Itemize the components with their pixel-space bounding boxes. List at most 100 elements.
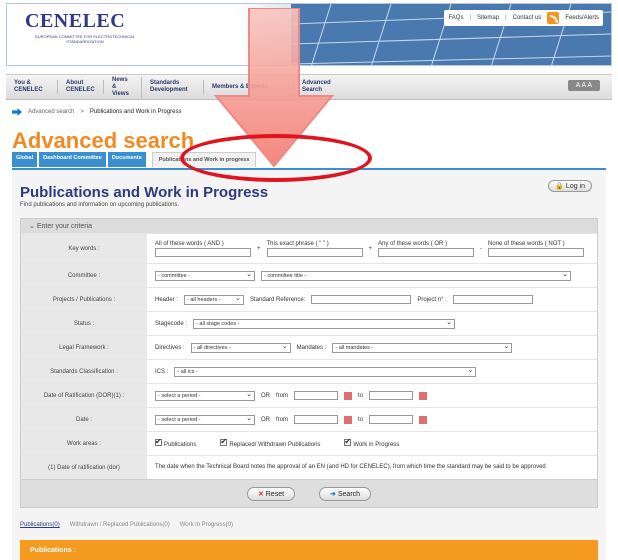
- status-row: Status : Stagecode : - all stage codes -: [21, 311, 597, 335]
- exact-phrase-input[interactable]: [266, 247, 363, 257]
- checkbox-checked-icon: [220, 437, 228, 446]
- plus-icon: +: [257, 245, 261, 252]
- projects-label: Projects / Publications :: [21, 288, 147, 311]
- logo-subtitle: EUROPEAN COMMITTEE FOR ELECTROTECHNICAL …: [35, 34, 135, 44]
- replaced-checkbox-label: Replaced/ Withdrawn Publications: [229, 442, 321, 448]
- minus-icon: -: [480, 245, 483, 252]
- dor-to-input[interactable]: [369, 391, 414, 400]
- keywords-row: Key words : All of these words ( AND ) +…: [21, 233, 597, 263]
- stagecode-select[interactable]: - all stage codes -: [193, 318, 456, 329]
- cenelec-logo[interactable]: CENELEC EUROPEAN COMMITTEE FOR ELECTROTE…: [25, 10, 145, 44]
- all-words-label: All of these words ( AND ): [155, 240, 224, 247]
- from-label: from: [276, 416, 288, 423]
- committee-fields: - committee - - committee title -: [147, 270, 597, 281]
- directives-label: Directives :: [155, 344, 185, 351]
- classification-label: Standards Classification :: [21, 360, 147, 383]
- committee-row: Committee : - committee - - committee ti…: [21, 263, 597, 287]
- date-fields: - select a period - OR from to: [147, 414, 597, 425]
- lock-icon: 🔒: [555, 183, 566, 190]
- nav-about[interactable]: About CENELEC: [58, 80, 104, 94]
- wip-checkbox-label: Work in Progress: [353, 442, 400, 448]
- all-words-input[interactable]: [155, 247, 251, 257]
- projects-fields: Header : - all headers - Standard Refere…: [147, 294, 597, 305]
- breadcrumb-root[interactable]: Advanced search: [28, 109, 74, 115]
- classification-fields: ICS : - all ics -: [147, 366, 597, 377]
- faqs-link[interactable]: FAQs: [448, 15, 463, 21]
- breadcrumb-separator: >: [80, 109, 84, 115]
- header-select[interactable]: - all headers -: [184, 294, 245, 305]
- replaced-withdrawn-checkbox[interactable]: Replaced/ Withdrawn Publications: [220, 437, 321, 448]
- contact-link[interactable]: Contact us: [513, 15, 542, 21]
- tab-dashboard-committee[interactable]: Dashboard Committee: [39, 152, 106, 167]
- text-size-control[interactable]: A A A: [567, 80, 600, 91]
- note-text: The date when the Technical Board notes …: [155, 464, 546, 470]
- feeds-link[interactable]: Feeds/Alerts: [565, 15, 599, 21]
- header-label: Header :: [155, 296, 179, 303]
- calendar-icon[interactable]: [344, 415, 352, 424]
- tab-withdrawn-replaced[interactable]: Withdrawn / Replaced Publications(0): [70, 522, 170, 528]
- keywords-label: Key words :: [21, 234, 147, 263]
- calendar-icon[interactable]: [344, 391, 352, 400]
- committee-select[interactable]: - committee -: [155, 270, 255, 281]
- work-in-progress-checkbox[interactable]: Work in Progress: [344, 437, 400, 448]
- ics-select[interactable]: - all ics -: [174, 366, 477, 377]
- committee-label: Committee :: [21, 264, 147, 287]
- criteria-header[interactable]: ⌄ Enter your criteria: [21, 219, 597, 233]
- checkbox-checked-icon: [155, 437, 162, 446]
- nav-standards[interactable]: Standards Development: [142, 80, 204, 94]
- none-words-label: None of these words ( NOT ): [488, 240, 565, 247]
- dor-row: Date of Ratification (DOR)(1) : - select…: [21, 383, 597, 407]
- calendar-icon[interactable]: [419, 391, 428, 400]
- mandates-select[interactable]: - all mandates -: [332, 342, 513, 353]
- dor-period-select[interactable]: - select a period -: [155, 390, 255, 401]
- work-areas-label: Work areas :: [21, 432, 147, 455]
- dor-label: Date of Ratification (DOR)(1) :: [21, 384, 147, 407]
- annotation-ellipse: [180, 134, 372, 182]
- nav-you-cenelec[interactable]: You & CENELEC: [6, 80, 58, 94]
- legal-fields: Directives : - all directives - Mandates…: [147, 342, 597, 353]
- to-label: to: [358, 416, 364, 423]
- any-words-input[interactable]: [378, 247, 475, 257]
- checkbox-checked-icon: [344, 437, 352, 446]
- date-to-input[interactable]: [369, 415, 414, 424]
- page-title: Advanced search: [12, 128, 195, 153]
- tab-publications[interactable]: Publications(0): [20, 522, 60, 528]
- committee-title-select[interactable]: - committee title -: [261, 270, 571, 281]
- form-actions: ✕ Reset ➔ Search: [21, 479, 597, 507]
- date-from-input[interactable]: [294, 415, 338, 424]
- sitemap-link[interactable]: Sitemap: [477, 15, 499, 21]
- login-button[interactable]: 🔒 Log in: [548, 180, 592, 192]
- criteria-header-label: Enter your criteria: [36, 223, 93, 230]
- standard-reference-input[interactable]: [311, 295, 412, 304]
- search-button[interactable]: ➔ Search: [319, 486, 372, 501]
- reset-button[interactable]: ✕ Reset: [246, 486, 296, 501]
- publications-checkbox[interactable]: Publications: [155, 437, 197, 448]
- top-links: FAQs | Sitemap | Contact us Feeds/Alerts: [444, 10, 603, 26]
- tab-documents[interactable]: Documents: [107, 152, 146, 167]
- tab-global[interactable]: Global: [12, 152, 38, 167]
- none-words-input[interactable]: [488, 247, 585, 257]
- nav-news[interactable]: News & Views: [104, 76, 142, 98]
- rss-icon[interactable]: [547, 12, 560, 24]
- calendar-icon[interactable]: [419, 415, 428, 424]
- result-tabs: Publications(0) Withdrawn / Replaced Pub…: [20, 522, 233, 528]
- mandates-label: Mandates :: [296, 344, 327, 351]
- directives-select[interactable]: - all directives -: [190, 342, 291, 353]
- note-label: (1) Date of ratification (dor): [21, 456, 147, 479]
- keywords-fields: All of these words ( AND ) + This exact …: [147, 241, 597, 257]
- status-label: Status :: [21, 312, 147, 335]
- tab-work-in-progress[interactable]: Work in Progress(0): [180, 522, 233, 528]
- project-number-input[interactable]: [452, 295, 533, 304]
- plus-icon: +: [368, 245, 373, 252]
- work-areas-fields: Publications Replaced/ Withdrawn Publica…: [147, 437, 597, 448]
- date-period-select[interactable]: - select a period -: [155, 414, 255, 425]
- dor-from-input[interactable]: [294, 391, 338, 400]
- collapse-icon: ⌄: [29, 223, 37, 230]
- breadcrumb-current: Publications and Work in Progress: [89, 109, 182, 115]
- classification-row: Standards Classification : ICS : - all i…: [21, 359, 597, 383]
- or-label: OR: [261, 416, 270, 423]
- status-fields: Stagecode : - all stage codes -: [147, 318, 597, 329]
- publications-bar: Publications :: [20, 540, 598, 560]
- logo-text: CENELEC: [25, 10, 126, 32]
- publications-checkbox-label: Publications: [164, 442, 197, 448]
